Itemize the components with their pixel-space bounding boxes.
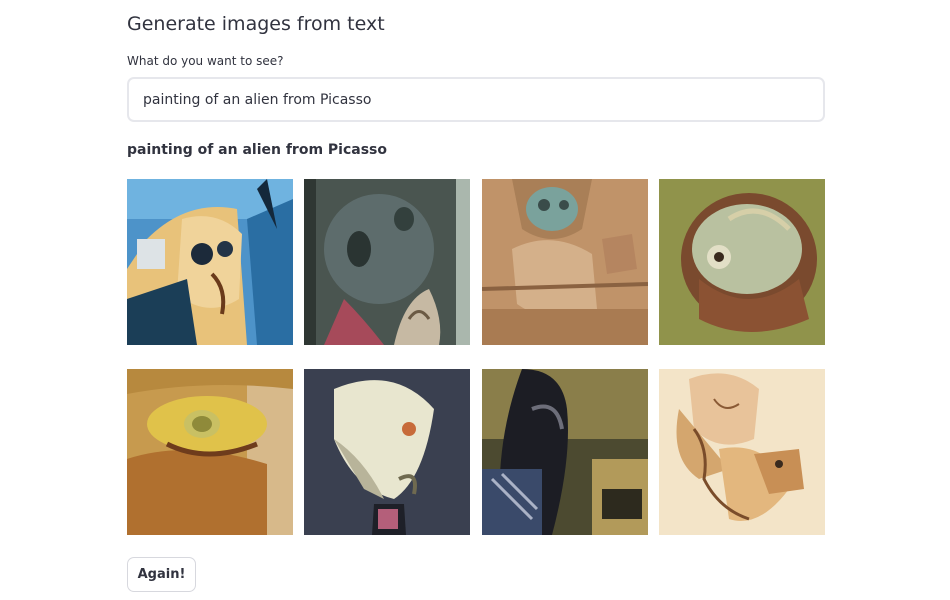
generated-image-4 <box>659 179 825 345</box>
generated-image-7 <box>482 369 648 535</box>
prompt-input-label: What do you want to see? <box>127 54 284 68</box>
again-button[interactable]: Again! <box>127 557 196 592</box>
generated-image-3 <box>482 179 648 345</box>
generated-image-2 <box>304 179 470 345</box>
generated-image-grid <box>127 179 825 535</box>
generated-image-8 <box>659 369 825 535</box>
generated-image-1 <box>127 179 293 345</box>
prompt-input[interactable] <box>127 77 825 122</box>
results-caption: painting of an alien from Picasso <box>127 142 388 158</box>
generated-image-6 <box>304 369 470 535</box>
page-title: Generate images from text <box>127 13 385 35</box>
generated-image-5 <box>127 369 293 535</box>
app-page: Generate images from text What do you wa… <box>0 0 950 600</box>
